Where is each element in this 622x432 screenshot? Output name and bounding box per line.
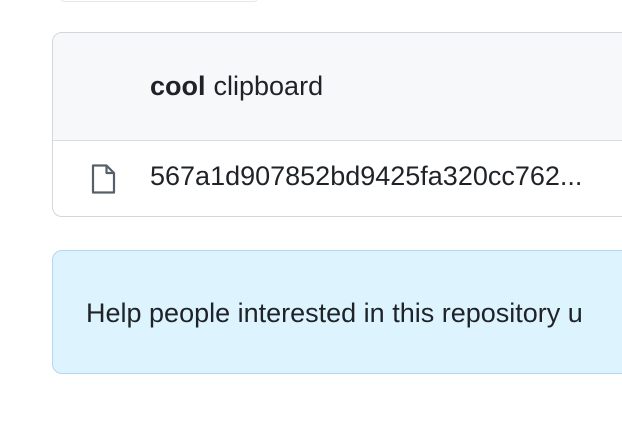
commit-author[interactable]: cool [150,71,206,102]
file-icon [89,163,117,195]
file-list: cool clipboard 567a1d907852bd9425fa320cc… [52,32,622,217]
file-row[interactable]: 567a1d907852bd9425fa320cc762... [53,141,622,215]
latest-commit-header: cool clipboard [53,33,622,141]
repository-page: cool clipboard 567a1d907852bd9425fa320cc… [0,0,622,432]
add-readme-banner: Help people interested in this repositor… [52,250,622,374]
readme-prompt-text: Help people interested in this repositor… [86,298,583,328]
file-name-link[interactable]: 567a1d907852bd9425fa320cc762... [150,161,582,192]
button-fragment [60,0,258,2]
commit-message[interactable]: clipboard [214,71,324,102]
